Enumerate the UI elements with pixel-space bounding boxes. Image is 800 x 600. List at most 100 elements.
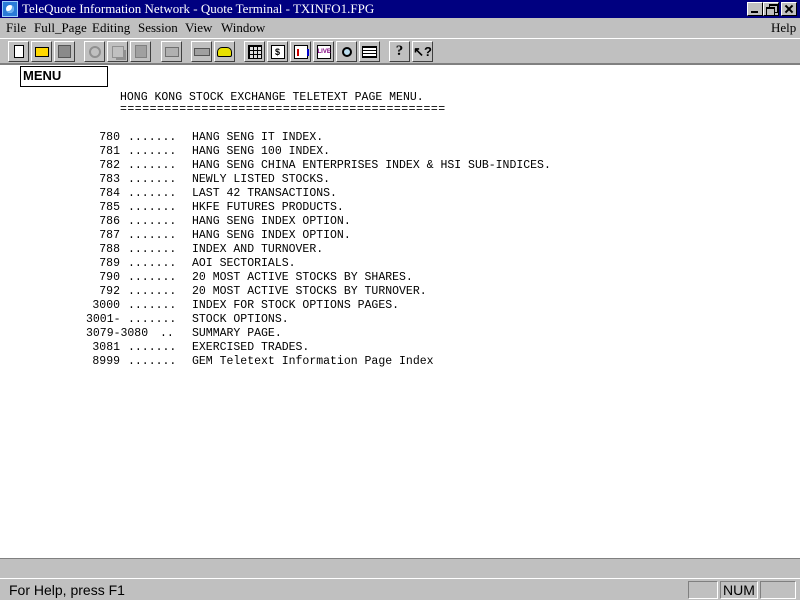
page-code: 792 xyxy=(99,285,120,298)
menu-bar: File Full_Page Editing Session View Wind… xyxy=(0,18,800,38)
leader-dots: ....... xyxy=(128,257,177,270)
status-help-text: For Help, press F1 xyxy=(9,582,125,598)
open-button[interactable] xyxy=(31,41,52,62)
printer-icon xyxy=(164,46,179,57)
save-disk-icon xyxy=(58,45,71,58)
title-bar[interactable]: TeleQuote Information Network - Quote Te… xyxy=(0,0,800,18)
leader-dots: ....... xyxy=(128,215,177,228)
page-description: AOI SECTORIALS. xyxy=(192,257,296,270)
page-description: HKFE FUTURES PRODUCTS. xyxy=(192,201,344,214)
context-help-button[interactable]: ↖? xyxy=(412,41,433,62)
page-description: HANG SENG IT INDEX. xyxy=(192,131,324,144)
page-code: 790 xyxy=(99,271,120,284)
grid-icon xyxy=(247,44,262,59)
help-button[interactable]: ? xyxy=(389,41,410,62)
menu-editing[interactable]: Editing xyxy=(92,21,130,35)
terminal-area[interactable]: MENU HONG KONG STOCK EXCHANGE TELETEXT P… xyxy=(0,64,800,558)
phone-icon xyxy=(217,46,232,57)
page-description: NEWLY LISTED STOCKS. xyxy=(192,173,331,186)
leader-dots: ....... xyxy=(128,145,177,158)
leader-dots: ....... xyxy=(128,355,177,368)
leader-dots: ....... xyxy=(128,159,177,172)
help-icon: ? xyxy=(395,43,404,59)
context-help-icon: ↖? xyxy=(413,44,432,59)
page-code: 782 xyxy=(99,159,120,172)
status-pane-scroll xyxy=(760,581,796,599)
bottom-band xyxy=(0,558,800,578)
page-description: INDEX FOR STOCK OPTIONS PAGES. xyxy=(192,299,400,312)
menu-full-page[interactable]: Full_Page xyxy=(34,21,87,35)
page-description: EXERCISED TRADES. xyxy=(192,341,310,354)
leader-dots: ....... xyxy=(128,187,177,200)
restore-button[interactable] xyxy=(763,2,779,16)
scissors-icon xyxy=(88,45,101,58)
toolbar: $ LIVE ? ↖? xyxy=(0,38,800,64)
magnify-button[interactable] xyxy=(336,41,357,62)
minimize-button[interactable] xyxy=(747,2,763,16)
page-code: 789 xyxy=(99,257,120,270)
paste-button[interactable] xyxy=(130,41,151,62)
new-document-button[interactable] xyxy=(8,41,29,62)
chart-button[interactable] xyxy=(290,41,311,62)
open-folder-icon xyxy=(34,46,49,57)
magnify-icon xyxy=(341,46,352,57)
page-code: 787 xyxy=(99,229,120,242)
cut-button[interactable] xyxy=(84,41,105,62)
page-code: 8999 xyxy=(92,355,120,368)
paste-icon xyxy=(134,45,147,58)
new-document-icon xyxy=(13,45,24,58)
page-description: GEM Teletext Information Page Index xyxy=(192,355,434,368)
leader-dots: ....... xyxy=(128,201,177,214)
leader-dots: ....... xyxy=(128,285,177,298)
page-description: HANG SENG CHINA ENTERPRISES INDEX & HSI … xyxy=(192,159,551,172)
table-button[interactable] xyxy=(359,41,380,62)
page-description: HANG SENG INDEX OPTION. xyxy=(192,215,351,228)
page-description: SUMMARY PAGE. xyxy=(192,327,282,340)
page-code: 788 xyxy=(99,243,120,256)
page-code: 784 xyxy=(99,187,120,200)
leader-dots: ....... xyxy=(128,229,177,242)
page-code: 3001- xyxy=(86,313,121,326)
menu-session[interactable]: Session xyxy=(138,21,178,35)
phone-button[interactable] xyxy=(214,41,235,62)
leader-dots: ....... xyxy=(128,131,177,144)
page-description: 20 MOST ACTIVE STOCKS BY TURNOVER. xyxy=(192,285,427,298)
page-description: HANG SENG INDEX OPTION. xyxy=(192,229,351,242)
heading-underline: ========================================… xyxy=(120,103,446,116)
page-description: STOCK OPTIONS. xyxy=(192,313,289,326)
page-description: INDEX AND TURNOVER. xyxy=(192,243,324,256)
leader-dots: .. xyxy=(160,327,174,340)
status-pane-caps xyxy=(688,581,718,599)
leader-dots: ....... xyxy=(128,243,177,256)
keyboard-icon xyxy=(193,47,210,56)
menu-help[interactable]: Help xyxy=(771,21,796,35)
menu-view[interactable]: View xyxy=(185,21,212,35)
menu-file[interactable]: File xyxy=(6,21,26,35)
quote-icon: $ xyxy=(270,44,285,59)
print-button[interactable] xyxy=(161,41,182,62)
window-title: TeleQuote Information Network - Quote Te… xyxy=(22,1,375,16)
leader-dots: ....... xyxy=(128,341,177,354)
leader-dots: ....... xyxy=(128,271,177,284)
page-code: 3081 xyxy=(92,341,120,354)
page-description: LAST 42 TRANSACTIONS. xyxy=(192,187,337,200)
keyboard-button[interactable] xyxy=(191,41,212,62)
page-input[interactable]: MENU xyxy=(20,66,108,87)
status-pane-num: NUM xyxy=(720,581,758,599)
close-button[interactable] xyxy=(781,2,797,16)
grid-button[interactable] xyxy=(244,41,265,62)
copy-button[interactable] xyxy=(107,41,128,62)
page-code: 786 xyxy=(99,215,120,228)
page-description: HANG SENG 100 INDEX. xyxy=(192,145,331,158)
save-button[interactable] xyxy=(54,41,75,62)
status-bar: For Help, press F1 NUM xyxy=(0,578,800,600)
live-button[interactable]: LIVE xyxy=(313,41,334,62)
leader-dots: ....... xyxy=(128,299,177,312)
page-code: 783 xyxy=(99,173,120,186)
chart-icon xyxy=(293,44,309,59)
app-icon[interactable] xyxy=(2,1,18,17)
quote-button[interactable]: $ xyxy=(267,41,288,62)
menu-window[interactable]: Window xyxy=(221,21,265,35)
page-code: 3079-3080 xyxy=(86,327,149,340)
page-description: 20 MOST ACTIVE STOCKS BY SHARES. xyxy=(192,271,413,284)
